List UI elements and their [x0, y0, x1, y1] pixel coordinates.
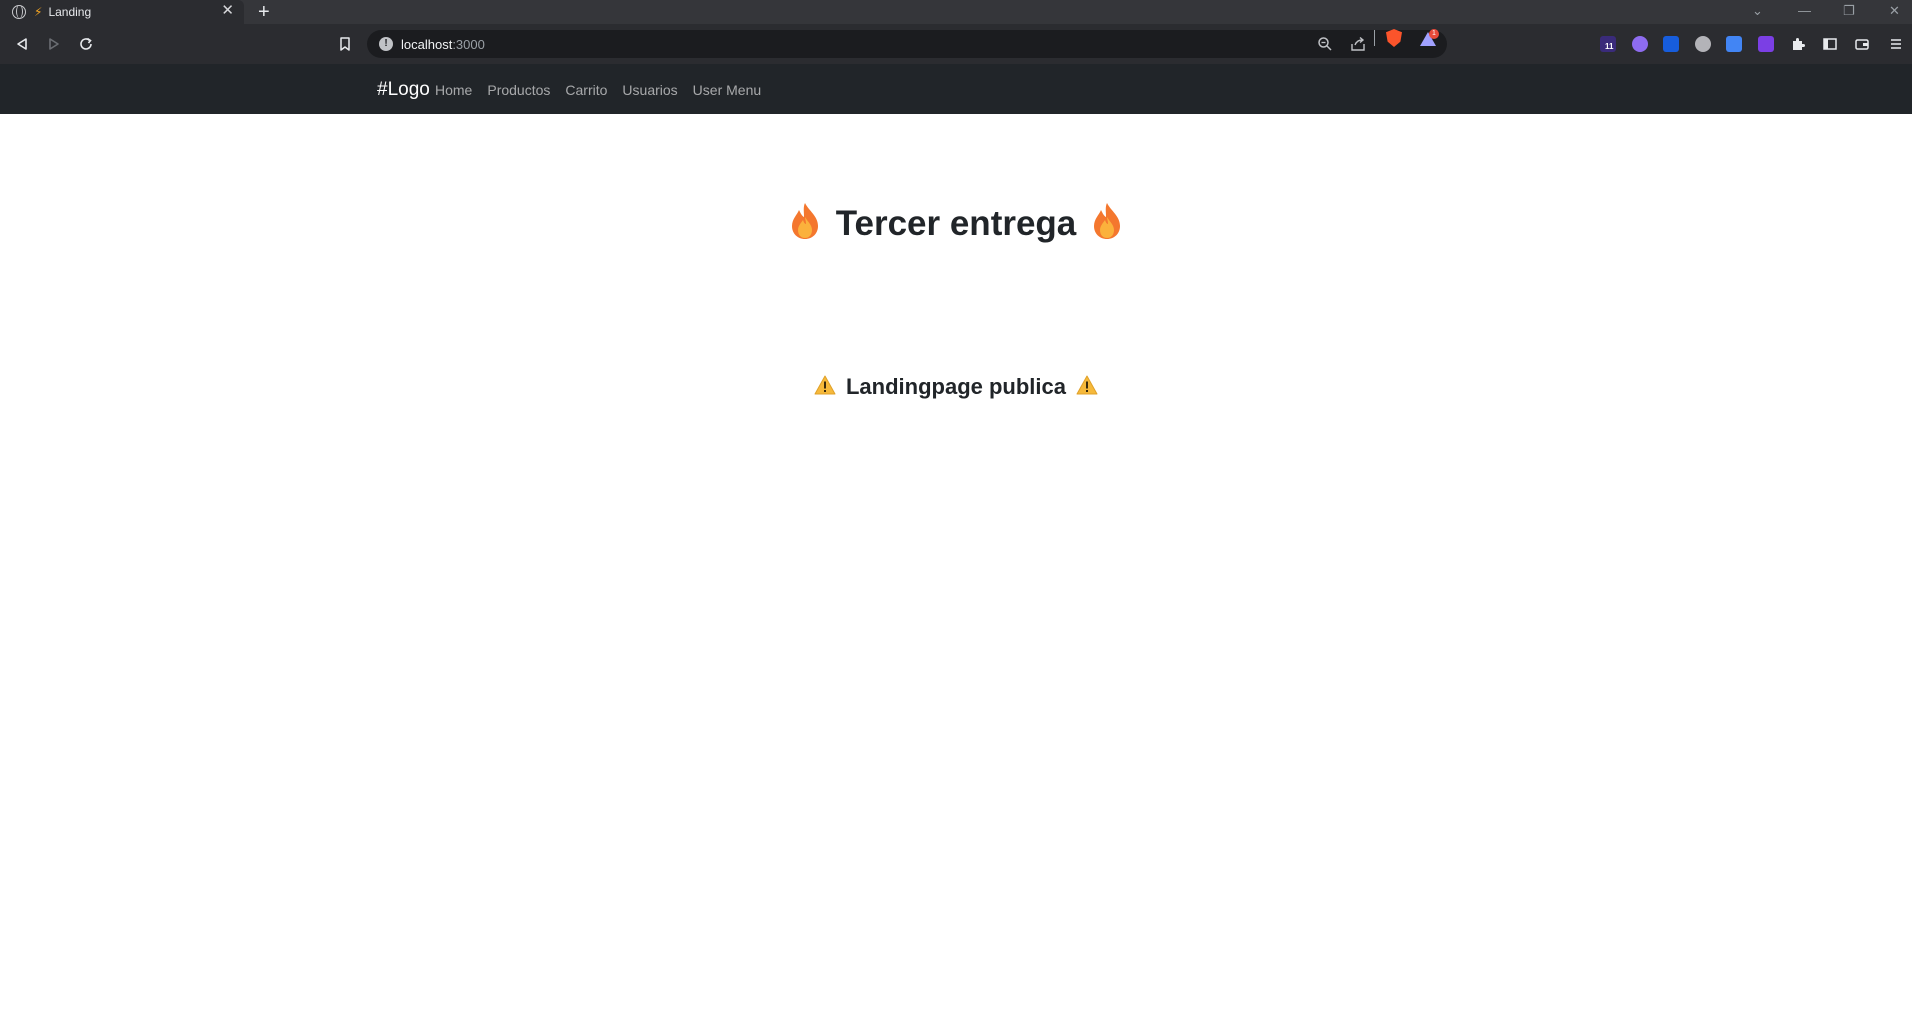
translate-icon[interactable]	[1726, 36, 1742, 52]
extension-badge-count: 11	[1605, 42, 1614, 51]
back-icon[interactable]	[10, 32, 34, 56]
address-url[interactable]: localhost:3000	[401, 37, 485, 52]
extension-purple-icon[interactable]	[1632, 36, 1648, 52]
page-subtitle: Landingpage publica	[0, 374, 1912, 401]
address-bar[interactable]: ! localhost:3000	[367, 30, 1447, 58]
rewards-badge: 1	[1429, 29, 1439, 39]
share-icon[interactable]	[1350, 36, 1366, 52]
navbar-links: Home Productos Carrito Usuarios User Men…	[435, 81, 776, 99]
page-title-text: Tercer entrega	[835, 203, 1077, 243]
reload-icon[interactable]	[74, 32, 98, 56]
fire-icon	[790, 202, 820, 249]
site-navbar: #Logo Home Productos Carrito Usuarios Us…	[0, 64, 1912, 114]
address-divider	[1374, 30, 1375, 46]
puzzle-icon[interactable]	[1790, 36, 1806, 52]
globe-icon	[12, 5, 26, 19]
restore-icon[interactable]: ❐	[1843, 2, 1855, 20]
sidebar-icon[interactable]	[1822, 36, 1838, 52]
warning-icon	[814, 375, 836, 401]
tab-search-chevron-icon[interactable]: ⌄	[1752, 2, 1763, 20]
url-port: :3000	[452, 37, 485, 52]
bitwarden-shield-icon[interactable]	[1663, 36, 1679, 52]
page-title: Tercer entrega	[0, 202, 1912, 249]
nav-link-user-menu[interactable]: User Menu	[693, 81, 761, 99]
extension-owl-icon[interactable]	[1695, 36, 1711, 52]
extension-v-icon[interactable]	[1758, 36, 1774, 52]
zoom-icon[interactable]	[1317, 36, 1333, 52]
bookmark-icon[interactable]	[333, 32, 357, 56]
nav-link-productos[interactable]: Productos	[487, 81, 550, 99]
url-host: localhost	[401, 37, 453, 52]
wallet-icon[interactable]	[1854, 36, 1870, 52]
brave-rewards-icon[interactable]: 1	[1420, 29, 1439, 47]
main-content: Tercer entrega Landingpage publica	[0, 114, 1912, 1027]
browser-toolbar: ! localhost:3000 1 11	[0, 24, 1912, 64]
browser-tabstrip: ⚡ Landing ✕ + ⌄ — ❐ ✕	[0, 0, 1912, 24]
browser-tab[interactable]: ⚡ Landing ✕	[0, 0, 244, 24]
new-tab-icon[interactable]: +	[258, 1, 270, 23]
navbar-brand[interactable]: #Logo	[377, 79, 430, 101]
bolt-favicon-icon: ⚡	[34, 5, 43, 19]
fire-icon	[1092, 202, 1122, 249]
forward-icon[interactable]	[42, 32, 66, 56]
nav-link-carrito[interactable]: Carrito	[565, 81, 607, 99]
minimize-icon[interactable]: —	[1798, 2, 1811, 20]
site-info-icon[interactable]: !	[379, 37, 393, 51]
nav-link-usuarios[interactable]: Usuarios	[622, 81, 677, 99]
close-icon[interactable]: ✕	[221, 3, 234, 19]
warning-icon	[1076, 375, 1098, 401]
menu-icon[interactable]	[1888, 36, 1904, 52]
window-close-icon[interactable]: ✕	[1889, 2, 1900, 20]
page-subtitle-text: Landingpage publica	[845, 374, 1066, 399]
tab-title: Landing	[48, 5, 92, 19]
nav-link-home[interactable]: Home	[435, 81, 472, 99]
extension-badge-icon[interactable]: 11	[1600, 36, 1616, 52]
